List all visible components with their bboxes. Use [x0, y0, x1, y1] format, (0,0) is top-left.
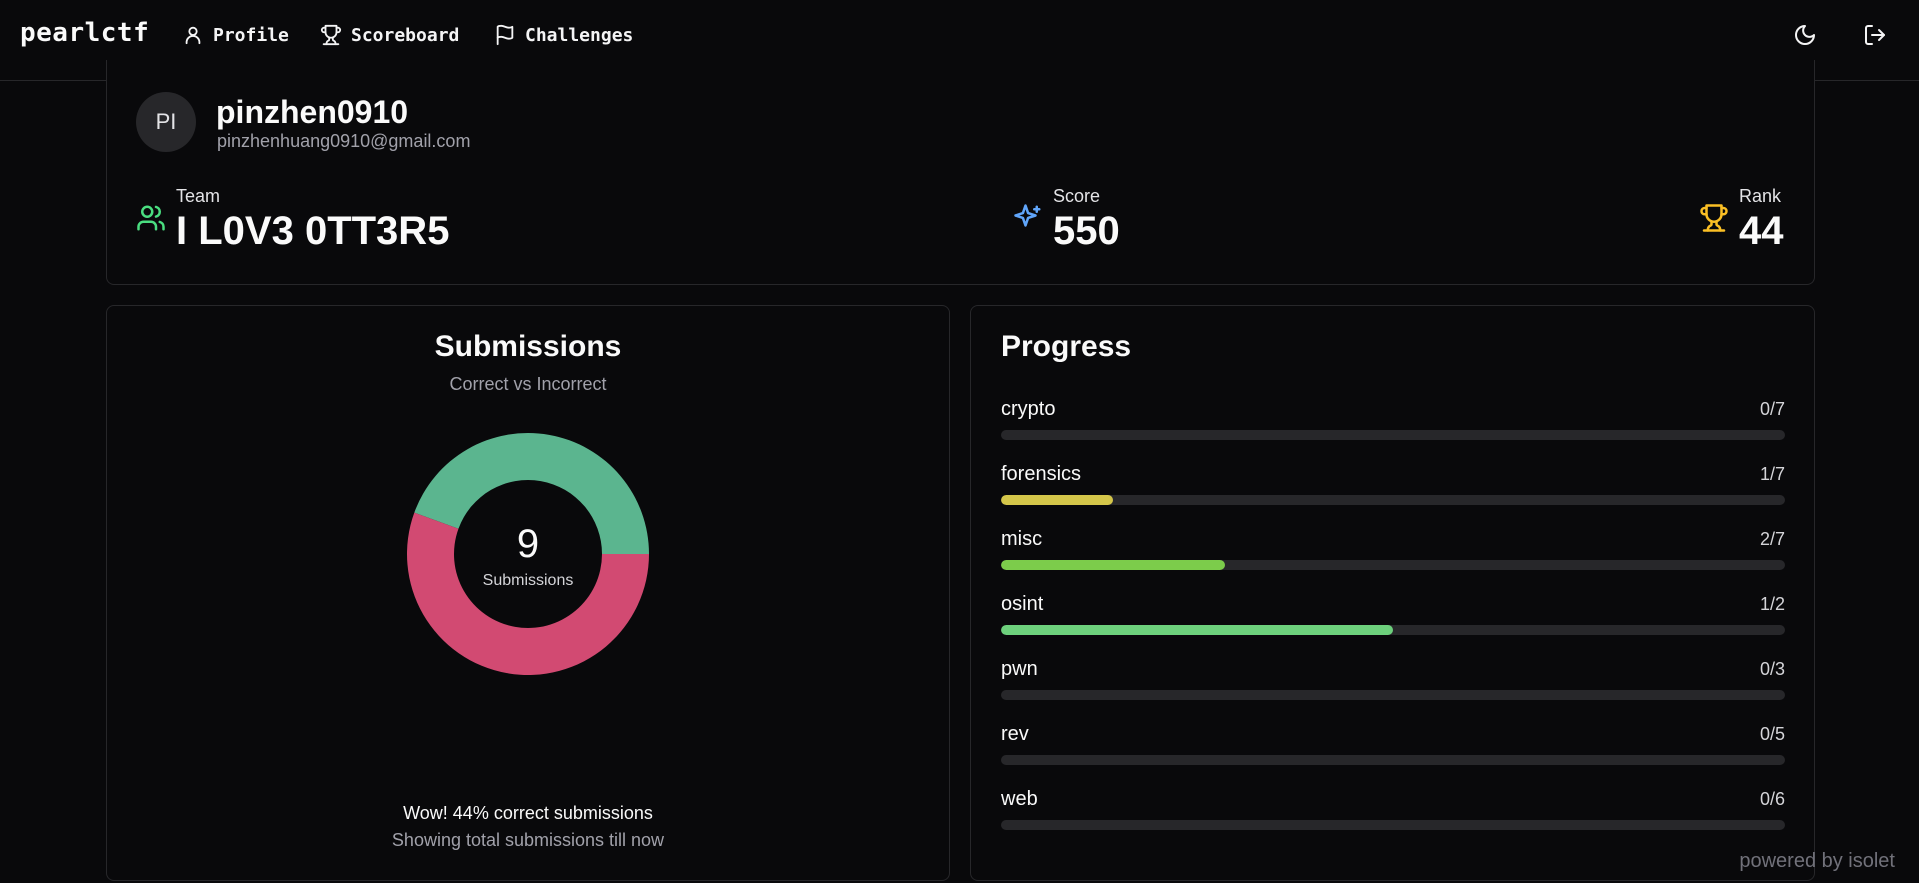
team-value: I L0V3 0TT3R5	[176, 209, 450, 253]
team-stat: Team I L0V3 0TT3R5	[176, 186, 449, 254]
progress-track	[1001, 495, 1785, 505]
category-name: misc	[1001, 528, 1043, 550]
profile-email: pinzhenhuang0910@gmail.com	[217, 131, 471, 151]
progress-fill	[1001, 495, 1114, 505]
progress-row-pwn: pwn 0/3	[1001, 658, 1785, 710]
category-name: forensics	[1001, 463, 1082, 485]
donut-center-total: 9	[516, 522, 540, 566]
rank-label: Rank	[1739, 186, 1782, 206]
donut-center-label: Submissions	[482, 572, 574, 589]
submissions-summary: Wow! 44% correct submissions	[403, 803, 653, 823]
score-stat: Score 550	[1053, 186, 1120, 254]
category-count: 2/7	[1759, 529, 1785, 549]
flag-icon	[496, 24, 514, 46]
category-count: 0/5	[1759, 724, 1785, 744]
nav-link-scoreboard[interactable]: Scoreboard	[320, 22, 459, 48]
theme-toggle-button[interactable]	[1790, 20, 1820, 50]
sparkles-icon	[1014, 204, 1041, 227]
progress-track	[1001, 625, 1785, 635]
nav-link-label: Profile	[213, 24, 289, 46]
progress-row-osint: osint 1/2	[1001, 593, 1785, 645]
progress-title: Progress	[1001, 330, 1132, 363]
submissions-subtitle: Correct vs Incorrect	[449, 374, 607, 394]
category-count: 0/6	[1759, 789, 1785, 809]
category-name: crypto	[1001, 398, 1056, 420]
profile-username: pinzhen0910	[216, 94, 409, 130]
avatar: PI	[136, 92, 196, 152]
rank-value: 44	[1739, 209, 1784, 253]
category-count: 0/7	[1759, 399, 1785, 419]
progress-track	[1001, 560, 1785, 570]
submissions-title: Submissions	[434, 330, 622, 363]
users-icon	[137, 205, 165, 231]
rank-stat: Rank 44	[1739, 186, 1784, 254]
nav-link-challenges[interactable]: Challenges	[494, 22, 633, 48]
score-label: Score	[1053, 186, 1101, 206]
progress-fill	[1001, 625, 1393, 635]
category-name: osint	[1001, 593, 1044, 615]
category-name: rev	[1001, 723, 1029, 745]
category-count: 1/7	[1759, 464, 1785, 484]
progress-track	[1001, 820, 1785, 830]
logout-button[interactable]	[1860, 20, 1890, 50]
progress-track	[1001, 430, 1785, 440]
progress-row-rev: rev 0/5	[1001, 723, 1785, 775]
brand-logo[interactable]: pearlctf	[20, 18, 149, 48]
progress-row-crypto: crypto 0/7	[1001, 398, 1785, 450]
category-name: web	[1001, 788, 1038, 810]
submissions-note: Showing total submissions till now	[391, 830, 665, 850]
user-icon	[185, 26, 201, 45]
nav-link-label: Scoreboard	[351, 24, 460, 46]
category-name: pwn	[1001, 658, 1038, 680]
moon-icon	[1795, 25, 1815, 45]
category-count: 1/2	[1759, 594, 1785, 614]
trophy-icon	[1700, 204, 1728, 232]
nav-link-profile[interactable]: Profile	[182, 22, 289, 48]
progress-row-misc: misc 2/7	[1001, 528, 1785, 580]
powered-by-footer[interactable]: powered by isolet	[1739, 850, 1895, 873]
nav-link-label: Challenges	[525, 24, 634, 46]
progress-row-forensics: forensics 1/7	[1001, 463, 1785, 515]
progress-fill	[1001, 560, 1225, 570]
team-label: Team	[176, 186, 221, 206]
progress-row-web: web 0/6	[1001, 788, 1785, 840]
progress-track	[1001, 690, 1785, 700]
score-value: 550	[1053, 209, 1120, 253]
progress-track	[1001, 755, 1785, 765]
trophy-icon	[320, 24, 342, 46]
category-count: 0/3	[1759, 659, 1785, 679]
logout-icon	[1865, 25, 1885, 45]
